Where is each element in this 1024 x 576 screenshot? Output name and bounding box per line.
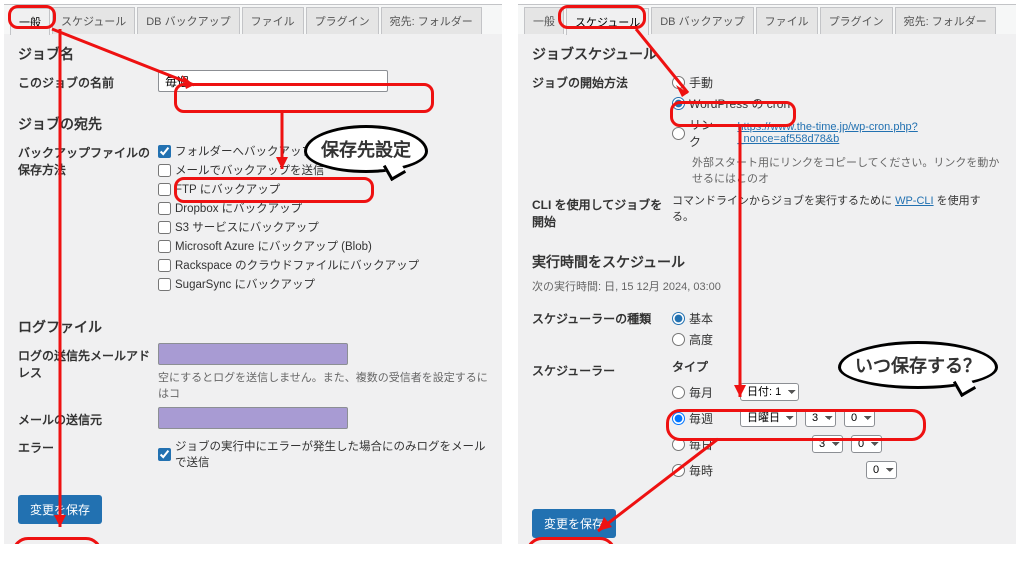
label-scheduler: スケジューラー	[532, 358, 672, 379]
panel-schedule: 一般 スケジュール DB バックアップ ファイル プラグイン 宛先: フォルダー…	[518, 4, 1016, 544]
panel-general: 一般 スケジュール DB バックアップ ファイル プラグイン 宛先: フォルダー…	[4, 4, 502, 544]
chk-email-label: メールでバックアップを送信	[175, 162, 325, 178]
label-scheduler-type: スケジューラーの種類	[532, 306, 672, 327]
select-month-day[interactable]: 日付: 1	[740, 383, 799, 401]
chk-email[interactable]	[158, 164, 171, 177]
radio-monthly[interactable]	[672, 386, 685, 399]
chk-ftp-label: FTP にバックアップ	[175, 181, 280, 197]
chk-rackspace-label: Rackspace のクラウドファイルにバックアップ	[175, 257, 419, 273]
radio-advanced-label: 高度	[689, 331, 713, 348]
cli-text-a: コマンドラインからジョブを実行するために	[672, 195, 895, 207]
tab-schedule[interactable]: スケジュール	[52, 7, 135, 34]
select-day-min[interactable]: 0	[851, 435, 882, 453]
chk-folder[interactable]	[158, 145, 171, 158]
input-log-email[interactable]	[158, 343, 348, 365]
label-log-email: ログの送信先メールアドレス	[18, 343, 158, 381]
label-error: エラー	[18, 435, 158, 456]
chk-sugarsync[interactable]	[158, 278, 171, 291]
link-wpcli[interactable]: WP-CLI	[895, 195, 934, 207]
heading-runtime: 実行時間をスケジュール	[532, 252, 1002, 272]
chk-ftp[interactable]	[158, 183, 171, 196]
link-cron-url[interactable]: https://www.the-time.jp/wp-cron.php?_non…	[737, 121, 1002, 145]
chk-s3[interactable]	[158, 221, 171, 234]
radio-weekly[interactable]	[672, 412, 685, 425]
heading-logfile: ログファイル	[18, 317, 488, 337]
tab-plugins[interactable]: プラグイン	[306, 7, 379, 34]
chk-error-only[interactable]	[158, 448, 171, 461]
tab-db-r[interactable]: DB バックアップ	[651, 7, 753, 34]
chk-s3-label: S3 サービスにバックアップ	[175, 219, 319, 235]
chk-error-only-label: ジョブの実行中にエラーが発生した場合にのみログをメールで送信	[175, 438, 488, 470]
select-hour-min[interactable]: 0	[866, 461, 897, 479]
tab-general-r[interactable]: 一般	[524, 7, 564, 34]
radio-weekly-label: 毎週	[689, 410, 713, 427]
radio-link[interactable]	[672, 127, 685, 140]
label-backup-method: バックアップファイルの保存方法	[18, 140, 158, 178]
label-start-method: ジョブの開始方法	[532, 70, 672, 91]
chk-azure[interactable]	[158, 240, 171, 253]
select-week-min[interactable]: 0	[844, 409, 875, 427]
radio-manual[interactable]	[672, 76, 685, 89]
label-job-name: このジョブの名前	[18, 70, 158, 91]
radio-hourly[interactable]	[672, 464, 685, 477]
radio-monthly-label: 毎月	[689, 384, 713, 401]
anno-ring-save-left	[12, 537, 102, 544]
tabs-left: 一般 スケジュール DB バックアップ ファイル プラグイン 宛先: フォルダー	[4, 5, 502, 34]
radio-advanced[interactable]	[672, 333, 685, 346]
radio-basic[interactable]	[672, 312, 685, 325]
note-link: 外部スタート用にリンクをコピーしてください。リンクを動かせるにはこのオ	[692, 154, 1002, 186]
chk-folder-label: フォルダーへバックアップ	[175, 143, 313, 159]
input-sender[interactable]	[158, 407, 348, 429]
next-run-time: 次の実行時間: 日, 15 12月 2024, 03:00	[532, 278, 1002, 294]
chk-azure-label: Microsoft Azure にバックアップ (Blob)	[175, 238, 372, 254]
chk-dropbox-label: Dropbox にバックアップ	[175, 200, 302, 216]
radio-cron-label: WordPress の cron	[689, 95, 790, 112]
select-weekday[interactable]: 日曜日	[740, 409, 797, 427]
tabs-right: 一般 スケジュール DB バックアップ ファイル プラグイン 宛先: フォルダー	[518, 5, 1016, 34]
save-button-right[interactable]: 変更を保存	[532, 509, 616, 538]
save-button-left[interactable]: 変更を保存	[18, 495, 102, 524]
radio-basic-label: 基本	[689, 310, 713, 327]
radio-hourly-label: 毎時	[689, 462, 713, 479]
chk-rackspace[interactable]	[158, 259, 171, 272]
select-week-hour[interactable]: 3	[805, 409, 836, 427]
tab-dest-folder-r[interactable]: 宛先: フォルダー	[895, 7, 996, 34]
chk-sugarsync-label: SugarSync にバックアップ	[175, 276, 315, 292]
heading-job-schedule: ジョブスケジュール	[532, 44, 1002, 64]
tab-plugins-r[interactable]: プラグイン	[820, 7, 893, 34]
label-cli: CLI を使用してジョブを開始	[532, 192, 672, 230]
label-type: タイプ	[672, 358, 1002, 375]
label-sender: メールの送信元	[18, 407, 158, 428]
radio-daily-label: 毎日	[689, 436, 713, 453]
radio-cron[interactable]	[672, 97, 685, 110]
tab-schedule-r[interactable]: スケジュール	[566, 8, 649, 35]
tab-general[interactable]: 一般	[10, 8, 50, 35]
heading-job-name: ジョブ名	[18, 44, 488, 64]
radio-link-label: リンク	[689, 116, 723, 150]
select-day-hour[interactable]: 3	[812, 435, 843, 453]
radio-manual-label: 手動	[689, 74, 713, 91]
radio-daily[interactable]	[672, 438, 685, 451]
tab-db[interactable]: DB バックアップ	[137, 7, 239, 34]
tab-files-r[interactable]: ファイル	[756, 7, 818, 34]
note-log-email: 空にするとログを送信しません。また、複数の受信者を設定するにはコ	[158, 369, 488, 401]
input-job-name[interactable]	[158, 70, 388, 92]
chk-dropbox[interactable]	[158, 202, 171, 215]
tab-files[interactable]: ファイル	[242, 7, 304, 34]
heading-destination: ジョブの宛先	[18, 114, 488, 134]
tab-dest-folder[interactable]: 宛先: フォルダー	[381, 7, 482, 34]
